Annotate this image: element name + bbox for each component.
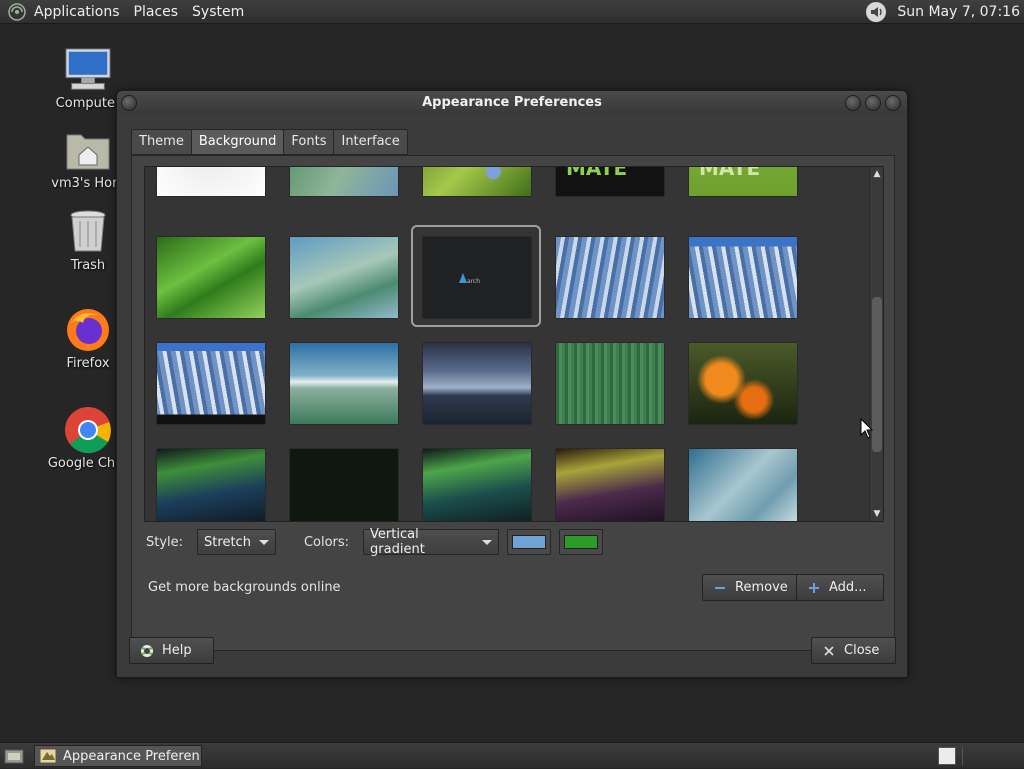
close-window-button[interactable] xyxy=(885,95,901,111)
clock[interactable]: Sun May 7, 07:16 xyxy=(897,4,1020,20)
mate-logo-icon[interactable] xyxy=(6,1,28,23)
scroll-down-arrow-icon[interactable]: ▼ xyxy=(872,509,882,519)
volume-icon[interactable] xyxy=(865,1,887,23)
close-button[interactable]: Close xyxy=(811,637,896,664)
window-menu-button[interactable] xyxy=(121,95,137,111)
wallpaper-thumbnail[interactable] xyxy=(157,167,265,196)
system-tray: Sun May 7, 07:16 xyxy=(865,0,1020,24)
chevron-down-icon xyxy=(258,539,269,545)
wallpaper-scrollbar[interactable]: ▲ ▼ xyxy=(869,167,883,521)
colors-label: Colors: xyxy=(303,534,350,550)
wallpaper-thumbnail[interactable] xyxy=(423,167,531,196)
window-titlebar[interactable]: Appearance Preferences xyxy=(117,91,907,115)
wallpaper-thumbnail[interactable] xyxy=(290,449,398,521)
style-dropdown[interactable]: Stretch xyxy=(197,529,276,555)
menu-system[interactable]: System xyxy=(192,4,244,20)
wallpaper-thumbnail[interactable] xyxy=(290,167,398,196)
wallpaper-thumbnail[interactable]: MATE xyxy=(556,166,664,196)
wallpaper-thumbnail[interactable] xyxy=(157,343,265,424)
wallpaper-thumbnail[interactable] xyxy=(290,343,398,424)
add-button[interactable]: Add... xyxy=(796,574,884,601)
svg-text:arch: arch xyxy=(467,278,480,285)
wallpaper-thumbnail[interactable] xyxy=(556,449,664,521)
help-button[interactable]: Help xyxy=(129,637,214,664)
primary-color-swatch xyxy=(512,535,547,549)
tab-fonts[interactable]: Fonts xyxy=(283,129,335,155)
wallpaper-thumbnail[interactable] xyxy=(157,449,265,521)
chrome-icon xyxy=(64,406,112,454)
wallpaper-thumbnail[interactable] xyxy=(556,343,664,424)
background-tab-panel: MATE MATE arch ▲ ▼ Style: Stretch Colors… xyxy=(131,155,895,651)
wallpaper-thumbnail[interactable] xyxy=(157,237,265,318)
secondary-color-swatch xyxy=(564,535,599,549)
remove-button-label: Remove xyxy=(735,580,788,595)
get-more-backgrounds-link[interactable]: Get more backgrounds online xyxy=(148,580,341,595)
svg-text:MATE: MATE xyxy=(699,166,760,180)
mouse-cursor-icon xyxy=(860,417,874,444)
workspace-2[interactable] xyxy=(962,747,980,765)
help-button-label: Help xyxy=(162,643,192,658)
firefox-icon xyxy=(64,306,112,354)
close-button-label: Close xyxy=(844,643,880,658)
chevron-down-icon xyxy=(482,539,493,545)
colors-dropdown-value: Vertical gradient xyxy=(370,527,425,557)
top-panel: Applications Places System Sun May 7, 07… xyxy=(0,0,1024,24)
style-colors-row: Style: Stretch Colors: Vertical gradient xyxy=(146,527,604,557)
home-folder-icon xyxy=(64,126,112,174)
wallpaper-thumbnail[interactable] xyxy=(556,237,664,318)
wallpaper-thumbnail[interactable] xyxy=(423,343,531,424)
scroll-up-arrow-icon[interactable]: ▲ xyxy=(872,169,882,179)
taskbar-window-button[interactable]: Appearance Preferen... xyxy=(34,745,202,767)
wallpaper-grid[interactable]: MATE MATE arch ▲ ▼ xyxy=(144,166,884,522)
appearance-preferences-window: Appearance Preferences Theme Background … xyxy=(116,90,908,678)
show-desktop-icon[interactable] xyxy=(4,747,24,769)
colors-dropdown[interactable]: Vertical gradient xyxy=(363,527,500,557)
help-lifebuoy-icon xyxy=(140,644,154,658)
menu-places[interactable]: Places xyxy=(134,4,179,20)
tab-interface[interactable]: Interface xyxy=(333,129,408,155)
tab-theme[interactable]: Theme xyxy=(131,129,192,155)
bottom-panel: Appearance Preferen... xyxy=(0,742,1024,768)
wallpaper-thumbnail[interactable]: MATE xyxy=(689,166,797,196)
tab-background[interactable]: Background xyxy=(190,129,285,155)
trash-icon xyxy=(64,208,112,256)
wallpaper-thumbnail[interactable] xyxy=(689,237,797,318)
maximize-button[interactable] xyxy=(865,95,881,111)
plus-icon xyxy=(807,582,821,594)
close-icon xyxy=(822,645,836,657)
menu-applications[interactable]: Applications xyxy=(34,4,120,20)
window-title: Appearance Preferences xyxy=(422,95,602,110)
remove-button[interactable]: Remove xyxy=(702,574,799,601)
computer-icon xyxy=(64,46,112,94)
secondary-color-button[interactable] xyxy=(559,529,604,555)
wallpaper-thumbnail-selected[interactable]: arch xyxy=(423,237,531,318)
style-label: Style: xyxy=(146,534,184,550)
taskbar-window-label: Appearance Preferen... xyxy=(63,748,202,764)
wallpaper-thumbnail[interactable] xyxy=(689,449,797,521)
add-button-label: Add... xyxy=(829,580,867,595)
primary-color-button[interactable] xyxy=(507,529,552,555)
style-dropdown-value: Stretch xyxy=(204,534,251,550)
minimize-button[interactable] xyxy=(845,95,861,111)
appearance-app-icon xyxy=(39,748,57,764)
wallpaper-thumbnail[interactable] xyxy=(423,449,531,521)
workspace-switcher[interactable] xyxy=(938,747,956,765)
wallpaper-thumbnail[interactable] xyxy=(290,237,398,318)
svg-text:MATE: MATE xyxy=(566,166,627,180)
wallpaper-thumbnail[interactable] xyxy=(689,343,797,424)
minus-icon xyxy=(713,582,727,594)
tab-bar: Theme Background Fonts Interface xyxy=(131,129,408,155)
